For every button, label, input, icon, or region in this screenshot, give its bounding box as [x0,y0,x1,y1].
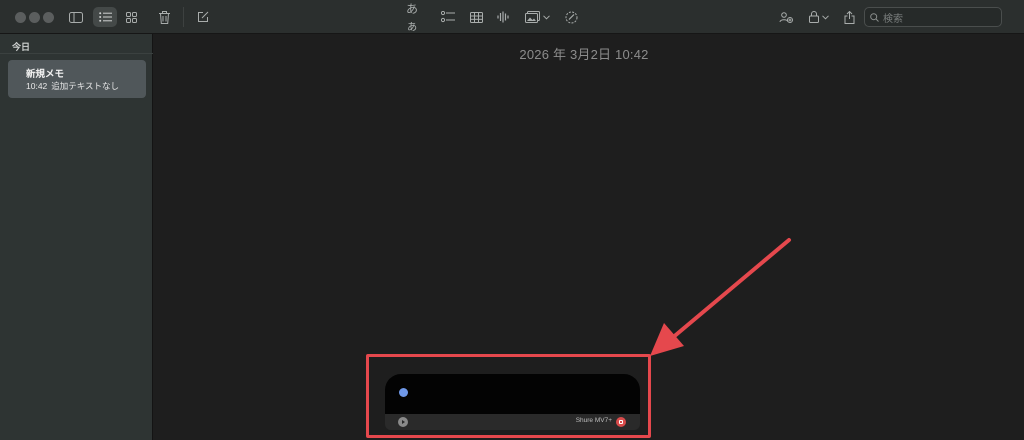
audio-recorder: Shure MV7+ [385,374,640,430]
table-button[interactable] [466,7,486,27]
gallery-view-button[interactable] [121,7,141,27]
input-device-label: Shure MV7+ [575,417,612,424]
note-preview: 追加テキストなし [51,81,120,91]
search-placeholder: 検索 [883,13,903,25]
note-time: 10:42 [26,81,48,91]
delete-button[interactable] [155,7,173,27]
minimize-window-button[interactable] [29,12,40,23]
lock-icon [809,11,819,23]
photo-icon [524,11,540,23]
list-icon [98,12,112,22]
new-note-button[interactable] [194,7,212,27]
record-audio-button[interactable] [494,7,512,27]
chevron-down-icon [822,14,829,20]
play-button[interactable] [398,417,408,427]
list-view-button[interactable] [93,7,117,27]
note-title: 新規メモ [26,69,65,80]
note-meta: 10:42 追加テキストなし [26,80,119,92]
share-icon [844,10,854,24]
zoom-window-button[interactable] [43,12,54,23]
format-text-icon: あぁ [406,2,419,33]
markup-button[interactable] [562,7,580,27]
stop-record-button[interactable] [616,417,626,427]
close-window-button[interactable] [15,12,26,23]
grid-icon [125,11,137,23]
toolbar-separator [183,7,184,27]
format-button[interactable]: あぁ [406,2,428,33]
lock-menu-button[interactable] [806,7,832,27]
trash-icon [158,10,170,24]
notes-window: あぁ 検索 今日 新規メモ 10:42 追加テキストなし 2026 年 3月2日… [0,0,1024,440]
divider [0,53,153,54]
search-field[interactable]: 検索 [864,7,1002,27]
sidebar-toggle-button[interactable] [66,7,86,27]
note-date: 2026 年 3月2日 10:42 [519,47,649,62]
recording-area [385,374,640,414]
media-menu-button[interactable] [522,7,552,27]
notes-sidebar: 今日 新規メモ 10:42 追加テキストなし [0,34,153,440]
recording-indicator [399,388,408,397]
share-button[interactable] [840,7,858,27]
table-icon [469,11,483,23]
toolbar: あぁ 検索 [0,0,1024,34]
chevron-down-icon [542,14,550,20]
section-header-today: 今日 [12,42,31,52]
checklist-icon [441,11,455,23]
search-icon [870,12,879,22]
sidebar-icon [69,11,83,23]
markup-icon [565,11,577,23]
recorder-controls: Shure MV7+ [385,414,640,430]
waveform-icon [497,11,509,23]
share-collab-icon [779,12,793,23]
checklist-button[interactable] [438,7,458,27]
note-list-item[interactable]: 新規メモ 10:42 追加テキストなし [8,60,146,98]
collaborate-button[interactable] [776,7,796,27]
compose-icon [198,11,209,22]
